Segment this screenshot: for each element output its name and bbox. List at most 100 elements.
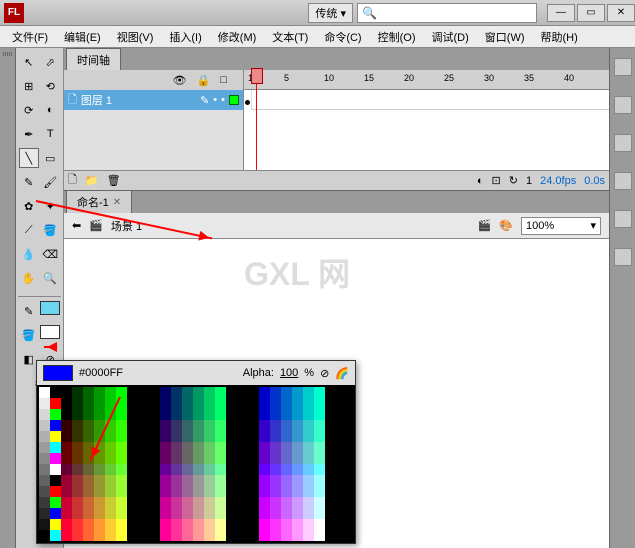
color-swatch[interactable] (215, 453, 226, 464)
lasso-tool[interactable]: ⟲ (40, 76, 60, 96)
color-swatch[interactable] (39, 387, 50, 398)
color-swatch[interactable] (116, 387, 127, 398)
color-swatch[interactable] (270, 519, 281, 530)
color-swatch[interactable] (314, 497, 325, 508)
color-swatch[interactable] (116, 497, 127, 508)
color-swatch[interactable] (149, 497, 160, 508)
color-swatch[interactable] (259, 453, 270, 464)
color-swatch[interactable] (325, 519, 336, 530)
close-button[interactable]: ✕ (607, 4, 635, 22)
color-swatch[interactable] (160, 431, 171, 442)
color-swatch[interactable] (259, 420, 270, 431)
color-swatch[interactable] (314, 464, 325, 475)
color-swatch[interactable] (248, 398, 259, 409)
color-swatch[interactable] (83, 398, 94, 409)
color-swatch[interactable] (160, 530, 171, 541)
layer-outline-box[interactable] (229, 95, 239, 105)
color-swatch[interactable] (226, 486, 237, 497)
color-swatch[interactable] (72, 453, 83, 464)
color-swatch[interactable] (182, 530, 193, 541)
color-swatch[interactable] (281, 508, 292, 519)
color-swatch[interactable] (105, 442, 116, 453)
color-swatch[interactable] (237, 387, 248, 398)
color-swatch[interactable] (160, 475, 171, 486)
color-swatch[interactable] (336, 431, 347, 442)
timeline-ruler[interactable]: 1 5 10 15 20 25 30 35 40 (244, 70, 609, 90)
color-swatch[interactable] (50, 409, 61, 420)
color-swatch[interactable] (292, 486, 303, 497)
color-swatch[interactable] (303, 475, 314, 486)
color-swatch[interactable] (325, 420, 336, 431)
color-swatch[interactable] (105, 387, 116, 398)
outline-header-icon[interactable]: □ (220, 74, 227, 86)
color-swatch[interactable] (204, 431, 215, 442)
color-swatch[interactable] (116, 475, 127, 486)
color-swatch[interactable] (149, 387, 160, 398)
color-swatch[interactable] (215, 387, 226, 398)
color-swatch[interactable] (259, 497, 270, 508)
color-swatch[interactable] (138, 486, 149, 497)
color-swatch[interactable] (303, 519, 314, 530)
color-swatch[interactable] (138, 420, 149, 431)
color-swatch[interactable] (72, 464, 83, 475)
back-icon[interactable]: ⬅ (72, 219, 81, 232)
color-swatch[interactable] (336, 409, 347, 420)
color-swatch[interactable] (182, 519, 193, 530)
color-swatch[interactable] (127, 475, 138, 486)
color-swatch[interactable] (61, 497, 72, 508)
loop-button[interactable]: ↻ (509, 174, 518, 187)
color-swatch[interactable] (72, 409, 83, 420)
color-swatch[interactable] (138, 398, 149, 409)
color-swatch[interactable] (61, 508, 72, 519)
color-swatch[interactable] (314, 398, 325, 409)
edit-symbols-icon[interactable]: 🎨 (499, 219, 513, 232)
color-swatch[interactable] (303, 453, 314, 464)
color-swatch[interactable] (281, 497, 292, 508)
color-swatch[interactable] (182, 497, 193, 508)
color-swatch[interactable] (336, 508, 347, 519)
color-swatch[interactable] (314, 442, 325, 453)
color-swatch[interactable] (292, 420, 303, 431)
color-swatch[interactable] (127, 409, 138, 420)
color-swatch[interactable] (226, 420, 237, 431)
color-swatch[interactable] (149, 453, 160, 464)
color-swatch[interactable] (270, 442, 281, 453)
color-swatch[interactable] (39, 475, 50, 486)
color-swatch[interactable] (50, 431, 61, 442)
color-swatch[interactable] (39, 508, 50, 519)
color-swatch[interactable] (94, 475, 105, 486)
color-swatch[interactable] (127, 519, 138, 530)
rectangle-tool[interactable]: ▭ (40, 148, 60, 168)
color-swatch[interactable] (237, 475, 248, 486)
color-swatch[interactable] (105, 508, 116, 519)
color-swatch[interactable] (171, 398, 182, 409)
color-swatch[interactable] (215, 431, 226, 442)
color-swatch[interactable] (39, 409, 50, 420)
color-swatch[interactable] (270, 409, 281, 420)
color-swatch[interactable] (226, 497, 237, 508)
color-swatch[interactable] (226, 519, 237, 530)
color-swatch[interactable] (61, 464, 72, 475)
color-swatch[interactable] (116, 409, 127, 420)
color-swatch[interactable] (215, 442, 226, 453)
color-swatch[interactable] (303, 420, 314, 431)
color-swatch[interactable] (303, 442, 314, 453)
stroke-color-swatch[interactable] (40, 301, 60, 315)
color-swatch[interactable] (248, 431, 259, 442)
panel-icon-2[interactable] (614, 96, 632, 114)
color-swatch[interactable] (303, 398, 314, 409)
color-swatch[interactable] (105, 453, 116, 464)
color-swatch[interactable] (83, 530, 94, 541)
color-swatch[interactable] (336, 497, 347, 508)
color-swatch[interactable] (248, 519, 259, 530)
color-swatch[interactable] (72, 519, 83, 530)
menu-window[interactable]: 窗口(W) (477, 29, 533, 45)
color-swatch[interactable] (204, 486, 215, 497)
color-swatch[interactable] (105, 519, 116, 530)
color-swatch[interactable] (270, 420, 281, 431)
color-swatch[interactable] (248, 420, 259, 431)
color-swatch[interactable] (259, 464, 270, 475)
color-swatch[interactable] (127, 420, 138, 431)
color-swatch[interactable] (336, 486, 347, 497)
color-swatch[interactable] (237, 530, 248, 541)
